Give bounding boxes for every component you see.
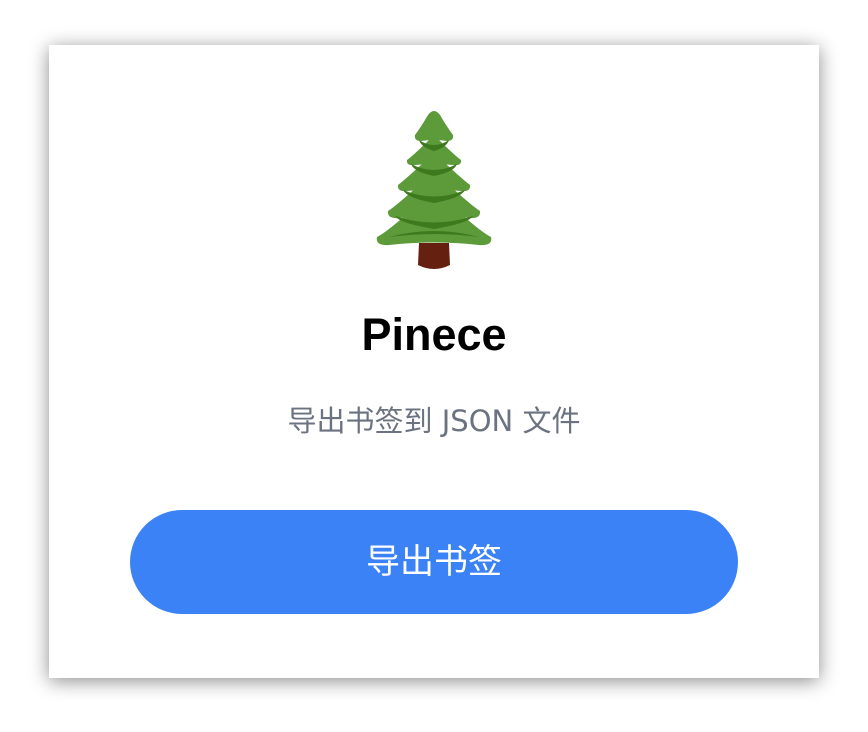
extension-popup: Pinece 导出书签到 JSON 文件 导出书签 [49,45,819,678]
app-subtitle: 导出书签到 JSON 文件 [287,404,581,438]
app-title: Pinece [361,309,507,360]
export-bookmarks-button[interactable]: 导出书签 [130,510,738,614]
evergreen-tree-icon [359,105,509,275]
